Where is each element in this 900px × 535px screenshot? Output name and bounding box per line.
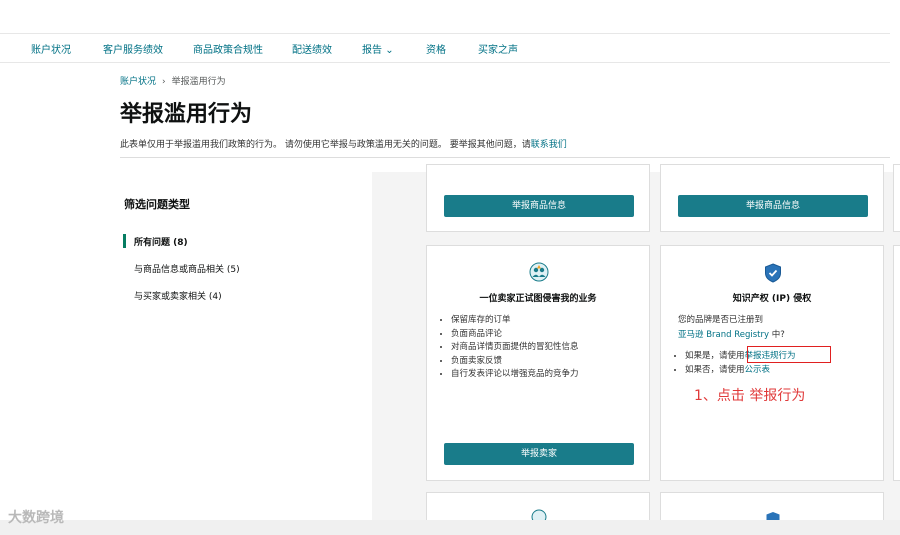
divider — [120, 157, 890, 158]
public-form-link[interactable]: 公示表 — [745, 365, 771, 375]
list-item: 负面商品评论 — [451, 328, 579, 342]
brand-registry-question: 您的品牌是否已注册到 — [678, 315, 764, 325]
card-seller-abuse: 一位卖家正试图侵害我的业务 保留库存的订单 负面商品评论 对商品详情页面提供的冒… — [426, 245, 650, 481]
nav-voice-of-customer[interactable]: 买家之声 — [478, 41, 518, 56]
breadcrumb-separator: › — [162, 77, 166, 87]
list-item: 如果否，请使用公示表 — [685, 364, 796, 378]
active-indicator — [123, 234, 126, 248]
filter-sidebar: 筛选问题类型 所有问题 (8) 与商品信息或商品相关 (5) 与买家或卖家相关 … — [104, 172, 372, 522]
card-top-right: 举报商品信息 — [660, 164, 884, 232]
brand-registry-line: 亚马逊 Brand Registry 中? — [678, 328, 785, 340]
breadcrumb: 账户状况 › 举报滥用行为 — [120, 74, 226, 87]
page-title: 举报滥用行为 — [120, 102, 253, 127]
list-item: 保留库存的订单 — [451, 314, 579, 328]
seller-issue-list: 保留库存的订单 负面商品评论 对商品详情页面提供的冒犯性信息 负面卖家反馈 自行… — [437, 314, 579, 382]
report-listing-button[interactable]: 举报商品信息 — [444, 195, 634, 217]
annotation-text: 1、点击 举报行为 — [694, 388, 806, 404]
filter-all-issues[interactable]: 所有问题 (8) — [134, 235, 188, 248]
brand-registry-link[interactable]: 亚马逊 Brand Registry — [678, 330, 769, 340]
list-item: 对商品详情页面提供的冒犯性信息 — [451, 341, 579, 355]
breadcrumb-current: 举报滥用行为 — [171, 77, 226, 87]
nav-reports-label: 报告 — [362, 45, 382, 56]
top-nav: 账户状况 客户服务绩效 商品政策合规性 配送绩效 报告 ⌄ 资格 买家之声 — [0, 33, 890, 63]
page-description: 此表单仅用于举报滥用我们政策的行为。 请勿使用它举报与政策滥用无关的问题。 要举… — [120, 137, 567, 150]
bottom-bar — [0, 520, 900, 535]
chevron-down-icon: ⌄ — [385, 45, 394, 56]
nav-eligibility[interactable]: 资格 — [426, 41, 446, 56]
report-listing-button-2[interactable]: 举报商品信息 — [678, 195, 868, 217]
list-item: 负面卖家反馈 — [451, 355, 579, 369]
nav-shipping[interactable]: 配送绩效 — [292, 41, 332, 56]
nav-customer-service[interactable]: 客户服务绩效 — [103, 41, 163, 56]
watermark-logo: 大数跨境 — [8, 510, 64, 526]
brand-registry-suffix: 中? — [769, 330, 785, 340]
page-description-text: 此表单仅用于举报滥用我们政策的行为。 请勿使用它举报与政策滥用无关的问题。 要举… — [120, 140, 531, 150]
nav-account-health[interactable]: 账户状况 — [31, 41, 71, 56]
card-ip-title: 知识产权 (IP) 侵权 — [732, 294, 812, 304]
people-warning-icon — [529, 262, 549, 282]
card-seller-title: 一位卖家正试图侵害我的业务 — [479, 294, 597, 304]
yes-prefix: 如果是，请使用 — [685, 351, 745, 361]
card-ip-infringement: 知识产权 (IP) 侵权 您的品牌是否已注册到 亚马逊 Brand Regist… — [660, 245, 884, 481]
highlight-box — [747, 346, 831, 363]
card-top-edge — [893, 164, 900, 232]
card-top-left: 举报商品信息 — [426, 164, 650, 232]
no-prefix: 如果否，请使用 — [685, 364, 745, 375]
shield-check-icon — [765, 263, 781, 283]
filter-listing-related[interactable]: 与商品信息或商品相关 (5) — [134, 262, 240, 275]
nav-reports[interactable]: 报告 ⌄ — [362, 41, 394, 56]
list-item: 自行发表评论以增强竞品的竞争力 — [451, 368, 579, 382]
nav-policy-compliance[interactable]: 商品政策合规性 — [193, 41, 263, 56]
card-right-edge — [893, 245, 900, 481]
report-seller-button[interactable]: 举报卖家 — [444, 443, 634, 465]
filter-title: 筛选问题类型 — [124, 198, 190, 211]
breadcrumb-parent[interactable]: 账户状况 — [120, 77, 156, 87]
filter-buyer-seller-related[interactable]: 与买家或卖家相关 (4) — [134, 289, 222, 302]
contact-us-link[interactable]: 联系我们 — [531, 140, 567, 150]
